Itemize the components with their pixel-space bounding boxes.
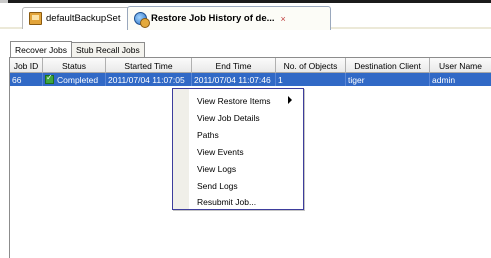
column-header-started-time[interactable]: Started Time — [106, 58, 192, 73]
cell-destination-client: tiger — [346, 73, 430, 86]
cell-objects: 1 — [276, 73, 346, 86]
status-text: Completed — [57, 74, 99, 85]
menu-item-view-logs[interactable]: View Logs — [173, 160, 303, 177]
cell-end-time: 2011/07/04 11:07:46 — [192, 73, 276, 86]
completed-check-icon — [45, 73, 54, 84]
tab-recover-jobs[interactable]: Recover Jobs — [10, 41, 72, 57]
table-header: Job ID Status Started Time End Time No. … — [10, 58, 491, 73]
backupset-icon — [29, 12, 42, 25]
context-menu: View Restore Items View Job Details Path… — [172, 88, 304, 210]
column-header-job-id[interactable]: Job ID — [10, 58, 43, 73]
menu-item-view-job-details[interactable]: View Job Details — [173, 109, 303, 126]
menu-item-send-logs[interactable]: Send Logs — [173, 177, 303, 194]
job-type-tabs: Recover Jobs Stub Recall Jobs — [10, 41, 145, 57]
menu-item-view-events[interactable]: View Events — [173, 143, 303, 160]
column-header-status[interactable]: Status — [43, 58, 106, 73]
tab-stub-recall-jobs[interactable]: Stub Recall Jobs — [70, 42, 145, 57]
cell-started-time: 2011/07/04 11:07:05 — [106, 73, 192, 86]
table-row[interactable]: 66 Completed 2011/07/04 11:07:05 2011/07… — [10, 73, 491, 86]
cell-user-name: admin — [430, 73, 491, 86]
menu-item-label: View Restore Items — [197, 95, 271, 106]
cell-status: Completed — [43, 73, 106, 86]
column-header-end-time[interactable]: End Time — [192, 58, 276, 73]
column-header-user-name[interactable]: User Name — [430, 58, 491, 73]
document-tab-bar: defaultBackupSet × Restore Job History o… — [0, 3, 491, 30]
column-header-objects[interactable]: No. of Objects — [276, 58, 346, 73]
tab-label: Restore Job History of de... — [151, 13, 275, 24]
close-icon[interactable]: × — [281, 14, 286, 24]
menu-item-resubmit-job[interactable]: Resubmit Job... — [173, 193, 303, 210]
submenu-arrow-icon — [288, 96, 292, 104]
cell-job-id: 66 — [10, 73, 43, 86]
tab-restore-job-history[interactable]: Restore Job History of de... × — [127, 6, 331, 30]
restore-history-icon — [134, 12, 150, 28]
tab-label: defaultBackupSet — [46, 13, 121, 24]
menu-item-view-restore-items[interactable]: View Restore Items — [173, 92, 303, 109]
column-header-destination-client[interactable]: Destination Client — [346, 58, 430, 73]
menu-item-paths[interactable]: Paths — [173, 126, 303, 143]
